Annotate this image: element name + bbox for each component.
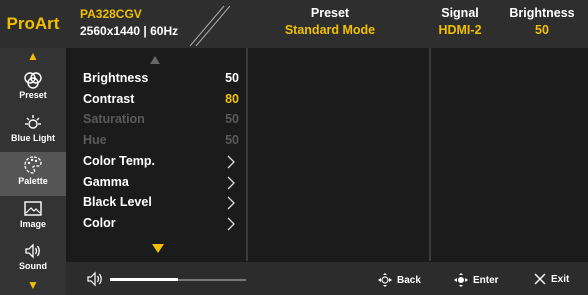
back-label: Back [397,274,421,286]
image-icon [24,201,42,216]
menu-up-arrow-icon[interactable] [150,56,160,64]
chevron-right-icon [227,155,235,169]
menu-item-label: Gamma [83,175,129,189]
sidebar-item-sound[interactable]: Sound [0,239,66,281]
menu-item-value: 50 [225,71,239,85]
sidebar-item-label: Blue Light [11,133,55,143]
resolution-readout: 2560x1440 | 60Hz [80,24,179,38]
preset-value: Standard Mode [284,23,376,37]
chevron-right-icon [227,217,235,231]
signal-status: Signal HDMI-2 [425,6,495,37]
preset-icon [24,72,42,89]
menu-item-label: Hue [83,133,107,147]
blue-light-icon [25,115,41,129]
close-icon [534,273,546,285]
sidebar-item-label: Sound [19,261,47,271]
sidebar-item-image[interactable]: Image [0,197,66,239]
menu-item-hue: Hue 50 [83,133,243,153]
menu-item-label: Color Temp. [83,154,155,168]
menu-down-arrow-icon[interactable] [152,244,164,253]
brightness-status: Brightness 50 [502,6,582,37]
menu-item-label: Black Level [83,195,152,209]
menu-item-label: Saturation [83,112,145,126]
exit-label: Exit [551,273,570,285]
sidebar-down-arrow-icon[interactable]: ▼ [0,278,66,292]
signal-value: HDMI-2 [438,23,482,37]
preset-title: Preset [310,6,350,20]
chevron-right-icon [227,196,235,210]
volume-icon [87,271,102,287]
sidebar-item-palette[interactable]: Palette [0,152,66,196]
palette-icon [24,156,42,174]
sidebar-item-preset[interactable]: Preset [0,68,66,110]
panel-divider [429,48,431,261]
exit-button[interactable]: Exit [533,272,569,286]
menu-item-color[interactable]: Color [83,216,243,236]
preset-status: Preset Standard Mode [260,6,400,37]
sidebar-up-arrow-icon[interactable]: ▲ [0,49,66,63]
joystick-press-icon [454,273,468,287]
chevron-right-icon [227,176,235,190]
brightness-value: 50 [535,23,549,37]
enter-button[interactable]: Enter [453,272,499,288]
sound-icon [25,243,40,259]
menu-item-brightness[interactable]: Brightness 50 [83,71,243,91]
menu-item-value: 50 [225,112,239,126]
brand-logo: ProArt [6,14,60,33]
sidebar-item-blue-light[interactable]: Blue Light [0,111,66,153]
menu-item-gamma[interactable]: Gamma [83,175,243,195]
enter-label: Enter [473,274,499,286]
menu-item-black-level[interactable]: Black Level [83,195,243,215]
menu-item-value: 80 [225,92,239,106]
menu-item-label: Contrast [83,92,135,106]
menu-item-label: Brightness [83,71,149,85]
signal-title: Signal [441,6,479,20]
monitor-osd: ProArt PA328CGV 2560x1440 | 60Hz Preset … [0,0,588,295]
joystick-left-icon [378,273,392,287]
menu-item-saturation: Saturation 50 [83,112,243,132]
back-button[interactable]: Back [377,272,421,288]
menu-item-value: 50 [225,133,239,147]
menu-item-contrast[interactable]: Contrast 80 [83,92,243,112]
panel-divider [246,48,248,261]
brightness-title: Brightness [509,6,575,20]
volume-slider-fill [110,278,178,281]
divider-slash-icon [189,5,230,46]
sidebar-item-label: Palette [18,176,48,186]
model-name: PA328CGV [80,7,142,21]
menu-item-color-temp[interactable]: Color Temp. [83,154,243,174]
sidebar-item-label: Image [19,219,46,229]
sidebar-item-label: Preset [19,90,47,100]
menu-item-label: Color [83,216,116,230]
